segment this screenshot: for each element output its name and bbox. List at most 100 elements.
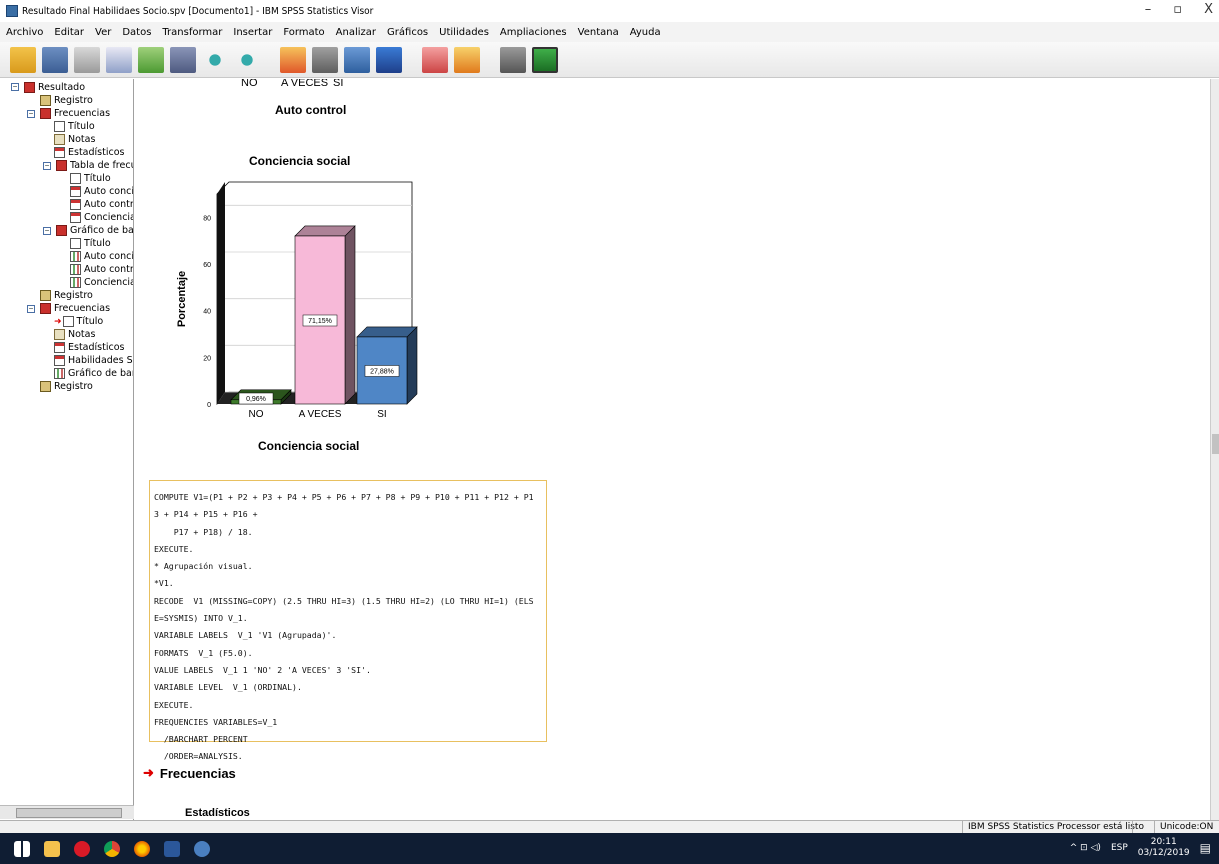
show-all-variables-icon[interactable] — [376, 46, 402, 73]
syntax-line: FORMATS V_1 (F5.0). — [154, 647, 253, 658]
maximize-button[interactable]: ▫ — [1173, 2, 1182, 17]
tree-item[interactable]: ➜ Título — [54, 315, 103, 328]
y-axis-label: Porcentaje — [176, 271, 188, 327]
chrome-icon[interactable] — [104, 841, 120, 857]
outline-horizontal-scrollbar[interactable] — [0, 805, 134, 819]
menu-ampliaciones[interactable]: Ampliaciones — [500, 27, 567, 38]
section-heading[interactable]: ➜ Frecuencias — [143, 765, 236, 781]
syntax-line: *V1. — [154, 578, 174, 589]
goto-data-icon[interactable] — [280, 46, 306, 73]
tree-item[interactable]: Gráfico de barras — [54, 367, 133, 380]
tree-item[interactable]: Frecuencias — [40, 107, 110, 120]
tray-icons[interactable]: ^ ⊡ ◁) — [1070, 843, 1101, 853]
toolbar — [0, 42, 1219, 78]
print-icon[interactable] — [74, 46, 100, 73]
collapse-toggle[interactable]: − — [27, 110, 35, 118]
tree-item[interactable]: Tabla de frecuenc — [56, 159, 133, 172]
tree-item[interactable]: Gráfico de barras — [56, 224, 133, 237]
menu-utilidades[interactable]: Utilidades — [439, 27, 489, 38]
tree-item[interactable]: Título — [70, 172, 111, 185]
data-label: 0,96% — [246, 396, 266, 403]
tree-item[interactable]: Registro — [40, 94, 93, 107]
tree-item[interactable]: Resultado — [24, 81, 85, 94]
menu-archivo[interactable]: Archivo — [6, 27, 43, 38]
bar-top — [356, 326, 418, 338]
tree-item[interactable]: Conciencia s — [70, 211, 133, 224]
redo-icon[interactable] — [234, 46, 260, 73]
tree-item[interactable]: Auto control — [70, 198, 133, 211]
scrollbar-thumb[interactable] — [16, 808, 122, 818]
windows-start-icon[interactable] — [14, 841, 30, 857]
prev-chart-tick-label: SI — [333, 79, 344, 89]
menu-analizar[interactable]: Analizar — [336, 27, 376, 38]
language-indicator[interactable]: ESP — [1111, 843, 1128, 853]
menu-editar[interactable]: Editar — [54, 27, 84, 38]
menu-ver[interactable]: Ver — [95, 27, 111, 38]
spss-app-icon — [6, 5, 18, 17]
viewer-vertical-scrollbar[interactable] — [1210, 79, 1219, 820]
tree-item[interactable]: Auto control — [70, 263, 133, 276]
spss-taskbar-icon[interactable] — [194, 841, 210, 857]
table-icon — [70, 199, 81, 210]
tree-item[interactable]: Frecuencias — [40, 302, 110, 315]
collapse-toggle[interactable]: − — [43, 227, 51, 235]
show-hide-icon[interactable] — [532, 46, 558, 73]
window-controls: – ▫ X — [1145, 2, 1213, 17]
clock-date: 03/12/2019 — [1137, 848, 1190, 858]
tree-item[interactable]: Título — [70, 237, 111, 250]
tree-item[interactable]: Estadísticos — [54, 146, 124, 159]
y-tick-label: 60 — [203, 262, 211, 269]
tree-item[interactable]: Auto concien — [70, 250, 133, 263]
clock[interactable]: 20:11 03/12/2019 — [1138, 837, 1190, 859]
undo-icon[interactable] — [202, 46, 228, 73]
scrollbar-thumb[interactable] — [1212, 434, 1219, 454]
tree-item[interactable]: Registro — [40, 289, 93, 302]
minimize-button[interactable]: – — [1145, 2, 1152, 17]
recall-dialog-icon[interactable] — [170, 46, 196, 73]
variables-icon[interactable] — [344, 46, 370, 73]
opera-icon[interactable] — [74, 841, 90, 857]
goto-case-icon[interactable] — [312, 46, 338, 73]
bar-top — [294, 225, 356, 237]
menu-formato[interactable]: Formato — [283, 27, 324, 38]
menu-graficos[interactable]: Gráficos — [387, 27, 428, 38]
system-tray: ^ ⊡ ◁) ESP 20:11 03/12/2019 ▤ — [1070, 837, 1211, 859]
tree-item[interactable]: Título — [54, 120, 95, 133]
menu-transformar[interactable]: Transformar — [162, 27, 222, 38]
book-icon — [40, 303, 51, 314]
menu-ventana[interactable]: Ventana — [578, 27, 619, 38]
syntax-line: FREQUENCIES VARIABLES=V_1 — [154, 716, 278, 727]
tree-item[interactable]: Habilidades Socic — [54, 354, 133, 367]
export-icon[interactable] — [138, 46, 164, 73]
plot-left-wall — [217, 182, 225, 404]
syntax-line: /BARCHART PERCENT — [154, 734, 248, 745]
tree-item[interactable]: Registro — [40, 380, 93, 393]
menu-ayuda[interactable]: Ayuda — [630, 27, 661, 38]
syntax-log-box[interactable]: COMPUTE V1=(P1 + P2 + P3 + P4 + P5 + P6 … — [149, 480, 547, 761]
word-icon[interactable] — [164, 841, 180, 857]
close-button[interactable]: X — [1204, 2, 1213, 17]
save-icon[interactable] — [42, 46, 68, 73]
tree-item[interactable]: Auto concien — [70, 185, 133, 198]
promote-icon[interactable] — [500, 46, 526, 73]
file-explorer-icon[interactable] — [44, 841, 60, 857]
outline-pane: − Resultado Registro − Frecuencias Títul… — [0, 79, 134, 820]
collapse-toggle[interactable]: − — [27, 305, 35, 313]
print-preview-icon[interactable] — [106, 46, 132, 73]
open-folder-icon[interactable] — [10, 46, 36, 73]
collapse-toggle[interactable]: − — [43, 162, 51, 170]
y-tick-label: 40 — [203, 309, 211, 316]
firefox-icon[interactable] — [134, 841, 150, 857]
tree-item[interactable]: Notas — [54, 328, 95, 341]
tree-item[interactable]: Conciencia s — [70, 276, 133, 289]
insert-output-icon[interactable] — [454, 46, 480, 73]
tree-item[interactable]: Notas — [54, 133, 95, 146]
x-tick-label: A VECES — [299, 409, 342, 420]
designate-window-icon[interactable] — [422, 46, 448, 73]
collapse-toggle[interactable]: − — [11, 83, 19, 91]
tree-item[interactable]: Estadísticos — [54, 341, 124, 354]
menu-insertar[interactable]: Insertar — [233, 27, 272, 38]
menu-datos[interactable]: Datos — [122, 27, 151, 38]
notifications-icon[interactable]: ▤ — [1200, 841, 1211, 855]
syntax-line: E=SYSMIS) INTO V_1. — [154, 613, 248, 624]
